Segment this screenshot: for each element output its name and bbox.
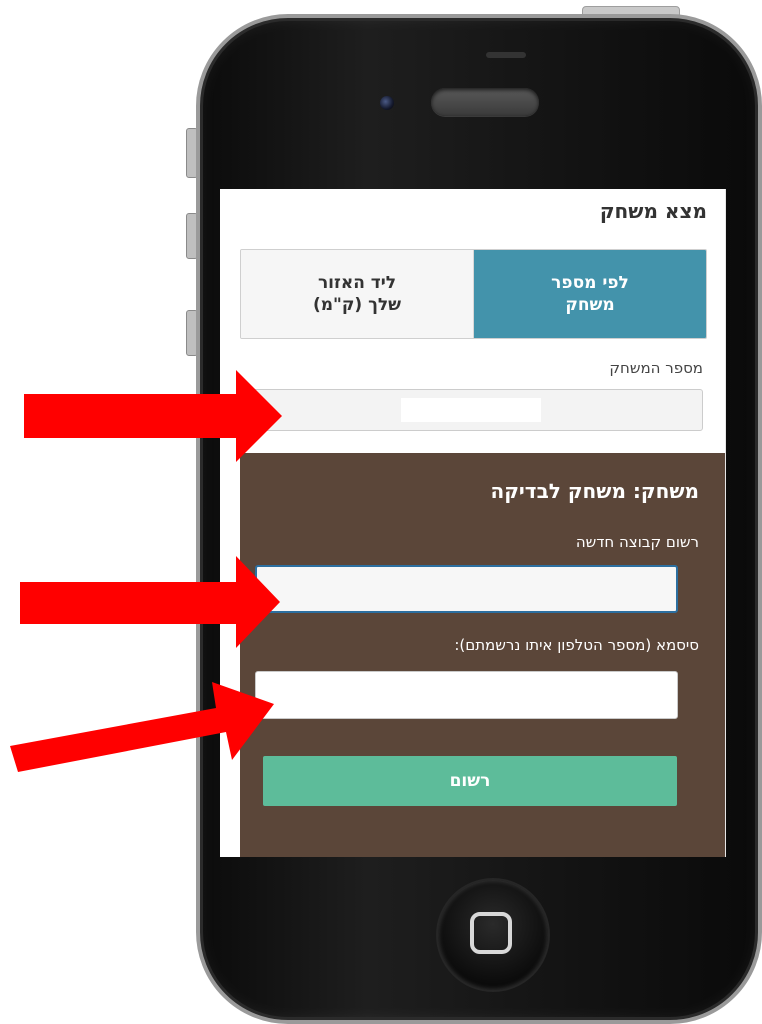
red-arrow-icon	[10, 682, 274, 772]
game-number-input[interactable]	[240, 389, 703, 431]
register-button[interactable]: רשום	[263, 756, 677, 806]
game-number-label: מספר המשחק	[609, 359, 703, 377]
password-input[interactable]	[255, 671, 678, 719]
home-button[interactable]	[438, 880, 548, 990]
phone-screen: מצא משחק לפי מספר משחק ליד האזור שלך (ק"…	[220, 189, 725, 857]
game-title: משחק: משחק לבדיקה	[490, 479, 699, 503]
new-group-label: רשום קבוצה חדשה	[575, 533, 699, 551]
red-arrow-icon	[20, 556, 280, 648]
red-arrow-icon	[24, 370, 282, 462]
page-title: מצא משחק	[599, 199, 707, 223]
proximity-sensor	[486, 52, 526, 58]
earpiece-speaker	[431, 88, 539, 116]
front-camera-icon	[380, 96, 394, 110]
home-square-icon	[470, 912, 512, 954]
search-mode-tabs: לפי מספר משחק ליד האזור שלך (ק"מ)	[240, 249, 707, 339]
tab-by-game-number[interactable]: לפי מספר משחק	[474, 250, 706, 338]
game-number-value	[401, 398, 541, 422]
password-label: סיסמא (מספר הטלפון איתו נרשמתם):	[454, 636, 699, 654]
new-group-input[interactable]	[255, 565, 678, 613]
game-panel: משחק: משחק לבדיקה רשום קבוצה חדשה סיסמא …	[240, 453, 725, 857]
tab-near-your-area[interactable]: ליד האזור שלך (ק"מ)	[241, 250, 474, 338]
